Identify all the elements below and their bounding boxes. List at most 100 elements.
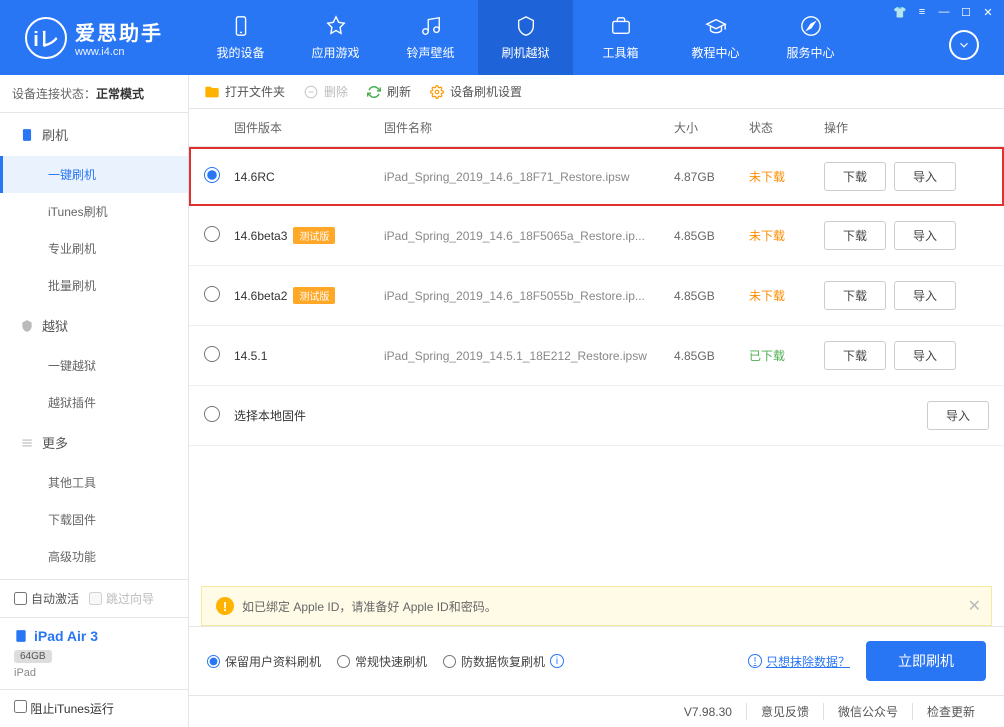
- fw-status: 未下载: [749, 287, 824, 304]
- import-button[interactable]: 导入: [894, 221, 956, 250]
- flash-now-button[interactable]: 立即刷机: [866, 641, 986, 681]
- window-maximize-icon[interactable]: ☐: [956, 4, 976, 20]
- download-button[interactable]: 下载: [824, 281, 886, 310]
- toolbar: 打开文件夹 删除 刷新 设备刷机设置: [189, 75, 1004, 109]
- fw-filename: iPad_Spring_2019_14.5.1_18E212_Restore.i…: [384, 349, 674, 363]
- menu-item[interactable]: 越狱插件: [0, 384, 188, 421]
- fw-size: 4.85GB: [674, 289, 749, 303]
- firmware-radio[interactable]: [204, 226, 220, 242]
- local-fw-label: 选择本地固件: [234, 407, 384, 424]
- refresh-button[interactable]: 刷新: [366, 83, 411, 100]
- warning-icon: !: [216, 597, 234, 615]
- th-action: 操作: [824, 119, 989, 136]
- download-button[interactable]: 下载: [824, 341, 886, 370]
- feedback-link[interactable]: 意见反馈: [746, 703, 823, 720]
- menu-item[interactable]: 高级功能: [0, 538, 188, 575]
- fw-size: 4.85GB: [674, 229, 749, 243]
- menu-item[interactable]: 一键越狱: [0, 347, 188, 384]
- status-label: 设备连接状态：: [12, 87, 96, 101]
- nav-icon: [229, 14, 253, 38]
- firmware-row[interactable]: 14.5.1 iPad_Spring_2019_14.5.1_18E212_Res…: [189, 326, 1004, 386]
- fw-version: 14.6RC: [234, 170, 275, 184]
- nav-label: 工具箱: [602, 44, 638, 61]
- stop-itunes-checkbox[interactable]: 阻止iTunes运行: [14, 700, 114, 717]
- open-folder-button[interactable]: 打开文件夹: [204, 83, 285, 100]
- window-minimize-icon[interactable]: —: [934, 4, 954, 20]
- device-settings-button[interactable]: 设备刷机设置: [429, 83, 522, 100]
- menu-group-0[interactable]: 刷机: [0, 113, 188, 156]
- flash-options-bar: 保留用户资料刷机 常规快速刷机 防数据恢复刷机 i !只想抹除数据？ 立即刷机: [189, 626, 1004, 695]
- nav-tab-0[interactable]: 我的设备: [193, 0, 288, 75]
- window-controls: 👕 ≡ — ☐ ✕: [890, 4, 998, 20]
- nav-icon: [419, 14, 443, 38]
- option-anti-recovery[interactable]: 防数据恢复刷机 i: [443, 653, 564, 670]
- th-size: 大小: [674, 119, 749, 136]
- menu-group-1[interactable]: 越狱: [0, 304, 188, 347]
- info-icon[interactable]: i: [550, 654, 564, 668]
- nav-tab-5[interactable]: 教程中心: [668, 0, 763, 75]
- menu-item[interactable]: 下载固件: [0, 501, 188, 538]
- nav-label: 服务中心: [786, 44, 834, 61]
- device-info[interactable]: iPad Air 3 64GB iPad: [0, 618, 188, 690]
- import-button[interactable]: 导入: [894, 341, 956, 370]
- device-storage: 64GB: [14, 650, 52, 663]
- import-button[interactable]: 导入: [894, 162, 956, 191]
- firmware-row[interactable]: 14.6RC iPad_Spring_2019_14.6_18F71_Restor…: [189, 147, 1004, 206]
- fw-filename: iPad_Spring_2019_14.6_18F5055b_Restore.i…: [384, 289, 674, 303]
- import-button[interactable]: 导入: [894, 281, 956, 310]
- firmware-radio[interactable]: [204, 167, 220, 183]
- fw-filename: iPad_Spring_2019_14.6_18F71_Restore.ipsw: [384, 170, 674, 184]
- app-header: iレ 爱思助手 www.i4.cn 我的设备应用游戏铃声壁纸刷机越狱工具箱教程中…: [0, 0, 1004, 75]
- download-button[interactable]: 下载: [824, 162, 886, 191]
- check-update-link[interactable]: 检查更新: [912, 703, 989, 720]
- window-close-icon[interactable]: ✕: [978, 4, 998, 20]
- nav-tab-1[interactable]: 应用游戏: [288, 0, 383, 75]
- firmware-radio[interactable]: [204, 346, 220, 362]
- menu-item[interactable]: 专业刷机: [0, 230, 188, 267]
- import-button[interactable]: 导入: [927, 401, 989, 430]
- group-icon: [20, 436, 34, 450]
- th-version: 固件版本: [234, 119, 384, 136]
- nav-tab-2[interactable]: 铃声壁纸: [383, 0, 478, 75]
- notice-text: 如已绑定 Apple ID，请准备好 Apple ID和密码。: [242, 598, 497, 615]
- fw-status: 未下载: [749, 168, 824, 185]
- fw-version: 14.5.1: [234, 349, 267, 363]
- connection-status: 设备连接状态：正常模式: [0, 75, 188, 113]
- group-icon: [20, 128, 34, 142]
- download-button[interactable]: 下载: [824, 221, 886, 250]
- device-name: iPad Air 3: [34, 628, 98, 644]
- local-firmware-row[interactable]: 选择本地固件 导入: [189, 386, 1004, 446]
- nav-icon: [704, 14, 728, 38]
- nav-tab-3[interactable]: 刷机越狱: [478, 0, 573, 75]
- menu-item[interactable]: 批量刷机: [0, 267, 188, 304]
- nav-label: 应用游戏: [311, 44, 359, 61]
- menu-group-2[interactable]: 更多: [0, 421, 188, 464]
- delete-icon: [303, 84, 319, 100]
- firmware-radio[interactable]: [204, 286, 220, 302]
- firmware-radio[interactable]: [204, 406, 220, 422]
- close-notice-icon[interactable]: ✕: [968, 596, 981, 616]
- window-tshirt-icon[interactable]: 👕: [890, 4, 910, 20]
- nav-tab-4[interactable]: 工具箱: [573, 0, 668, 75]
- option-normal[interactable]: 常规快速刷机: [337, 653, 427, 670]
- appleid-notice: ! 如已绑定 Apple ID，请准备好 Apple ID和密码。 ✕: [201, 586, 992, 626]
- header-sync-icon[interactable]: [949, 30, 979, 60]
- device-type: iPad: [14, 667, 174, 679]
- menu-item[interactable]: 一键刷机: [0, 156, 188, 193]
- menu-item[interactable]: 其他工具: [0, 464, 188, 501]
- option-keep-data[interactable]: 保留用户资料刷机: [207, 653, 321, 670]
- wechat-link[interactable]: 微信公众号: [823, 703, 912, 720]
- window-menu-icon[interactable]: ≡: [912, 4, 932, 20]
- skip-guide-checkbox[interactable]: 跳过向导: [89, 590, 154, 607]
- firmware-row[interactable]: 14.6beta2测试版iPad_Spring_2019_14.6_18F505…: [189, 266, 1004, 326]
- firmware-row[interactable]: 14.6beta3测试版iPad_Spring_2019_14.6_18F506…: [189, 206, 1004, 266]
- menu-item[interactable]: iTunes刷机: [0, 193, 188, 230]
- fw-version: 14.6beta3: [234, 229, 287, 243]
- auto-activate-checkbox[interactable]: 自动激活: [14, 590, 79, 607]
- nav-label: 教程中心: [691, 44, 739, 61]
- erase-data-link[interactable]: !只想抹除数据？: [748, 653, 850, 670]
- version-label: V7.98.30: [670, 705, 746, 719]
- delete-button[interactable]: 删除: [303, 83, 348, 100]
- nav-tab-6[interactable]: 服务中心: [763, 0, 858, 75]
- nav-label: 我的设备: [216, 44, 264, 61]
